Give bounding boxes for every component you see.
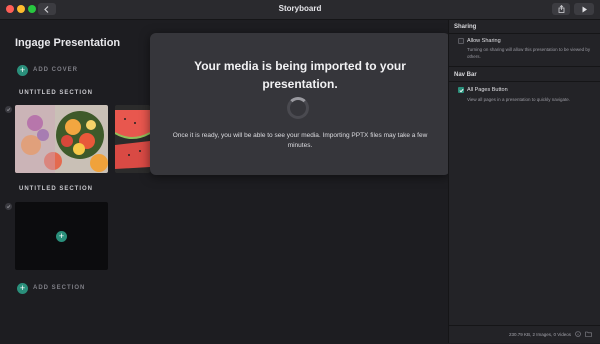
- food-image-thumbnail[interactable]: [15, 105, 108, 173]
- section-select-check[interactable]: [5, 203, 12, 210]
- divider: [449, 66, 600, 67]
- sharing-heading: Sharing: [454, 24, 477, 30]
- divider: [449, 33, 600, 34]
- settings-sidebar: Sharing Allow Sharing Turning on sharing…: [448, 20, 600, 343]
- loading-spinner-icon: [287, 97, 309, 119]
- play-button[interactable]: [574, 3, 594, 15]
- title-bar: Storyboard: [0, 0, 600, 20]
- check-icon: [6, 205, 11, 209]
- add-cover-button[interactable]: ADD COVER: [33, 67, 78, 73]
- allow-sharing-checkbox[interactable]: [458, 38, 464, 44]
- add-section-plus-icon[interactable]: +: [17, 283, 28, 294]
- all-pages-button-description: View all pages in a presentation to quic…: [467, 97, 570, 102]
- play-icon: [582, 6, 587, 12]
- share-icon: [558, 5, 564, 13]
- checkmark-icon: [458, 88, 464, 92]
- import-dialog-title: Your media is being imported to your pre…: [194, 59, 406, 91]
- add-section-button[interactable]: ADD SECTION: [33, 285, 85, 291]
- share-button[interactable]: [552, 3, 570, 15]
- allow-sharing-label[interactable]: Allow Sharing: [467, 38, 501, 44]
- food-image: [15, 105, 108, 173]
- import-dialog-message: Once it is ready, you will be able to se…: [172, 132, 428, 149]
- watermelon-image-thumbnail[interactable]: [115, 105, 150, 173]
- window-title: Storyboard: [278, 4, 322, 13]
- section-select-check[interactable]: [5, 106, 12, 113]
- presentation-title[interactable]: Ingage Presentation: [15, 37, 120, 49]
- info-icon[interactable]: [575, 331, 581, 337]
- divider: [449, 81, 600, 82]
- allow-sharing-description: Turning on sharing will allow this prese…: [467, 47, 591, 59]
- empty-page-slot[interactable]: +: [15, 202, 108, 270]
- section-label[interactable]: UNTITLED SECTION: [19, 186, 93, 192]
- section-label[interactable]: UNTITLED SECTION: [19, 90, 93, 96]
- sidebar-footer: 230.79 KB, 2 Images, 0 Videos: [449, 325, 600, 344]
- add-cover-plus-icon[interactable]: +: [17, 65, 28, 76]
- media-summary: 230.79 KB, 2 Images, 0 Videos: [509, 332, 571, 337]
- watermelon-image: [115, 105, 150, 173]
- all-pages-button-label[interactable]: All Pages Button: [467, 87, 508, 93]
- add-page-plus-icon[interactable]: +: [56, 230, 67, 242]
- all-pages-button-checkbox[interactable]: [458, 87, 464, 93]
- navbar-heading: Nav Bar: [454, 72, 477, 78]
- folder-icon[interactable]: [585, 331, 592, 337]
- check-icon: [6, 108, 11, 112]
- import-progress-dialog: Your media is being imported to your pre…: [150, 33, 450, 175]
